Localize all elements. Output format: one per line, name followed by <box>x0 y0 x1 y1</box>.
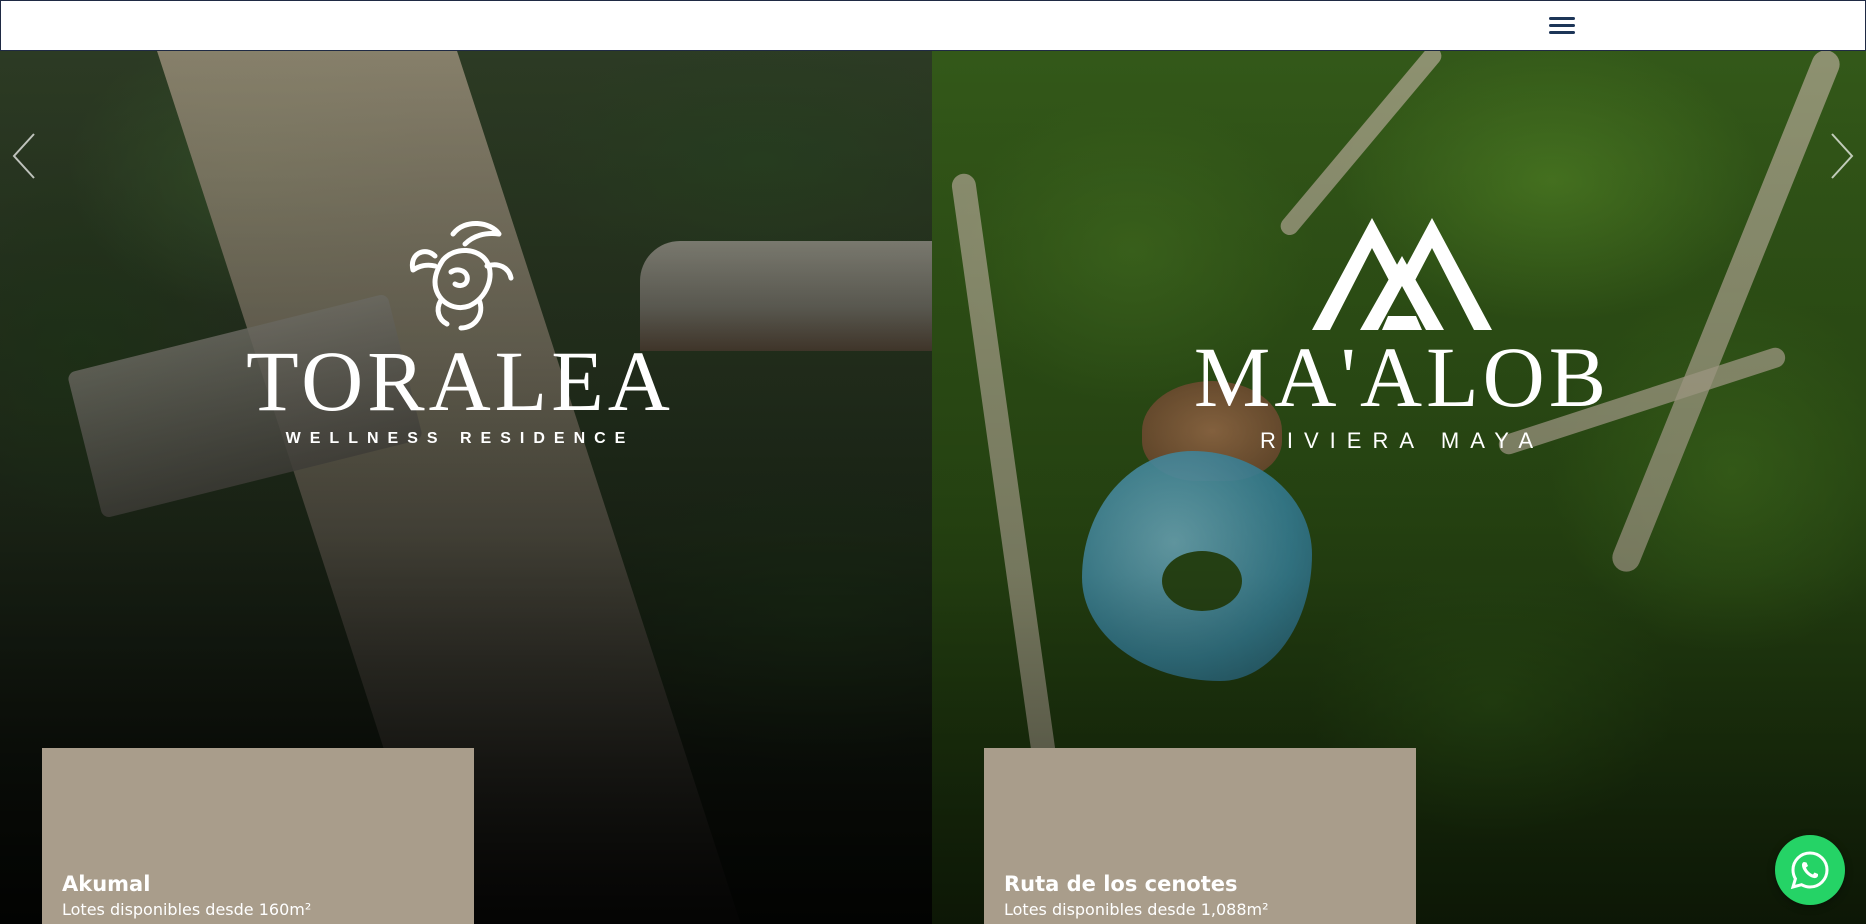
chevron-right-icon[interactable] <box>1822 126 1862 186</box>
turtle-logo-icon <box>409 221 514 331</box>
brand-name: TORALEA <box>246 333 674 429</box>
top-navigation-bar <box>0 0 1866 51</box>
toralea-logo: TORALEA WELLNESS RESIDENCE <box>230 216 690 448</box>
slide-maalob[interactable]: MA'ALOB RIVIERA MAYA Ruta de los cenotes… <box>932 51 1866 924</box>
location-title: Ruta de los cenotes <box>1004 872 1238 896</box>
lot-availability-text: Lotes disponibles desde 160m² <box>62 900 312 919</box>
mountain-logo-icon <box>1312 218 1492 330</box>
location-title: Akumal <box>62 872 151 896</box>
brand-tagline: WELLNESS RESIDENCE <box>285 430 635 447</box>
hamburger-menu-icon[interactable] <box>1547 15 1579 37</box>
whatsapp-icon <box>1790 851 1829 890</box>
maalob-logo: MA'ALOB RIVIERA MAYA <box>1182 216 1622 454</box>
lot-availability-text: Lotes disponibles desde 1,088m² <box>1004 900 1269 919</box>
slide-toralea[interactable]: TORALEA WELLNESS RESIDENCE Akumal Lotes … <box>0 51 932 924</box>
brand-tagline: RIVIERA MAYA <box>1259 428 1544 453</box>
hero-slider: TORALEA WELLNESS RESIDENCE Akumal Lotes … <box>0 51 1866 924</box>
location-card[interactable]: Akumal Lotes disponibles desde 160m² <box>42 748 474 924</box>
chevron-left-icon[interactable] <box>4 126 44 186</box>
brand-name: MA'ALOB <box>1193 329 1611 425</box>
location-card[interactable]: Ruta de los cenotes Lotes disponibles de… <box>984 748 1416 924</box>
whatsapp-button[interactable] <box>1775 835 1845 905</box>
